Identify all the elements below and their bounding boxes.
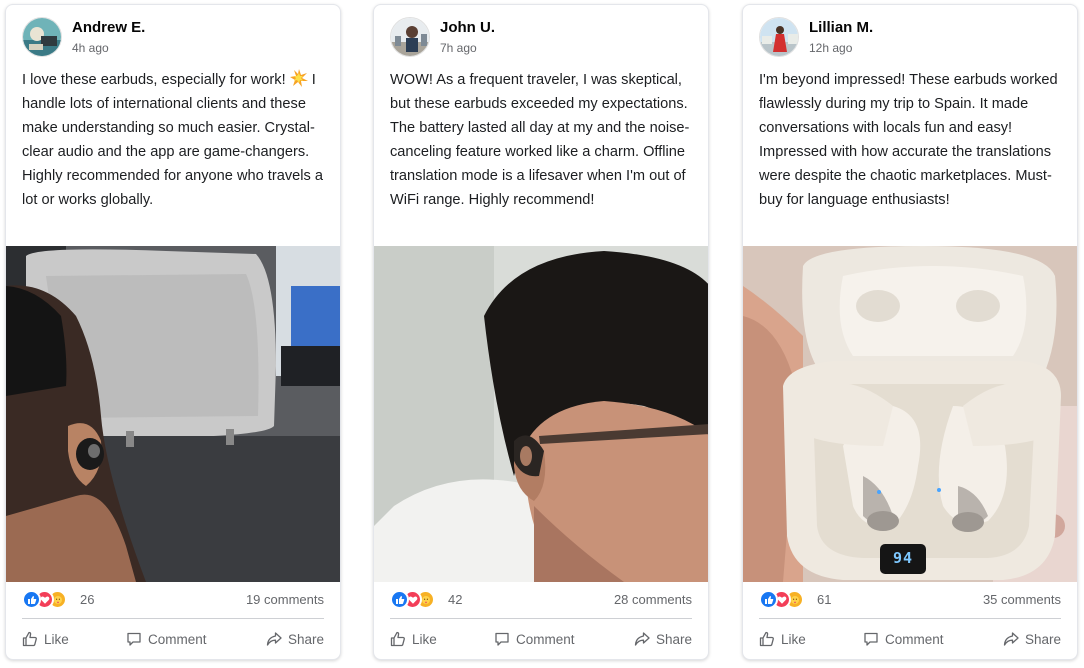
comment-label: Comment — [516, 631, 575, 647]
post-text-part: I love these earbuds, especially for wor… — [22, 72, 286, 88]
avatar[interactable] — [22, 17, 62, 57]
comment-icon — [864, 632, 878, 646]
thumbs-up-icon — [759, 631, 774, 647]
like-label: Like — [781, 631, 806, 647]
avatar[interactable] — [390, 17, 430, 57]
share-button[interactable]: Share — [266, 627, 324, 651]
share-label: Share — [287, 631, 324, 647]
share-icon — [266, 632, 282, 646]
comment-label: Comment — [148, 631, 207, 647]
comment-count[interactable]: 28 comments — [614, 592, 692, 607]
post-time[interactable]: 12h ago — [809, 41, 852, 55]
comment-button[interactable]: Comment — [494, 627, 575, 651]
post-photo[interactable] — [6, 246, 340, 582]
like-icon — [390, 590, 409, 609]
comment-label: Comment — [885, 631, 944, 647]
review-card: John U. 7h ago WOW! As a frequent travel… — [373, 4, 709, 660]
post-photo[interactable]: 94 — [743, 246, 1077, 582]
like-button[interactable]: Like — [759, 627, 806, 651]
share-label: Share — [655, 631, 692, 647]
divider — [22, 618, 324, 619]
post-time[interactable]: 4h ago — [72, 41, 109, 55]
comment-button[interactable]: Comment — [126, 627, 207, 651]
comment-count[interactable]: 35 comments — [983, 592, 1061, 607]
post-header: Andrew E. 4h ago — [22, 17, 322, 57]
like-icon — [759, 590, 778, 609]
author-name[interactable]: John U. — [440, 19, 495, 36]
case-battery-display: 94 — [892, 549, 914, 567]
reaction-count[interactable]: 42 — [448, 592, 462, 607]
share-label: Share — [1024, 631, 1061, 647]
like-label: Like — [44, 631, 69, 647]
post-stats: 26 19 comments — [22, 590, 324, 612]
comment-icon — [495, 632, 509, 646]
like-button[interactable]: Like — [390, 627, 437, 651]
divider — [759, 618, 1061, 619]
share-button[interactable]: Share — [634, 627, 692, 651]
comment-count[interactable]: 19 comments — [246, 592, 324, 607]
post-time[interactable]: 7h ago — [440, 41, 477, 55]
post-text: I love these earbuds, especially for wor… — [22, 68, 330, 212]
like-button[interactable]: Like — [22, 627, 69, 651]
post-text-part: I handle lots of international clients a… — [22, 72, 323, 208]
thumbs-up-icon — [390, 631, 405, 647]
share-button[interactable]: Share — [1003, 627, 1061, 651]
collision-icon — [289, 69, 308, 87]
like-label: Like — [412, 631, 437, 647]
post-header: Lillian M. 12h ago — [759, 17, 1059, 57]
reaction-count[interactable]: 61 — [817, 592, 831, 607]
post-stats: 42 28 comments — [390, 590, 692, 612]
review-card: Lillian M. 12h ago I'm beyond impressed!… — [742, 4, 1078, 660]
author-name[interactable]: Andrew E. — [72, 19, 145, 36]
divider — [390, 618, 692, 619]
post-photo[interactable] — [374, 246, 708, 582]
review-card: Andrew E. 4h ago I love these earbuds, e… — [5, 4, 341, 660]
author-name[interactable]: Lillian M. — [809, 19, 873, 36]
comment-button[interactable]: Comment — [863, 627, 944, 651]
post-header: John U. 7h ago — [390, 17, 690, 57]
share-icon — [634, 632, 650, 646]
post-text: WOW! As a frequent traveler, I was skept… — [390, 72, 690, 208]
avatar[interactable] — [759, 17, 799, 57]
thumbs-up-icon — [22, 631, 37, 647]
post-actions: Like Comment Share — [390, 627, 692, 651]
like-icon — [22, 590, 41, 609]
post-text: I'm beyond impressed! These earbuds work… — [759, 72, 1058, 208]
share-icon — [1003, 632, 1019, 646]
post-actions: Like Comment Share — [759, 627, 1061, 651]
comment-icon — [127, 632, 141, 646]
post-actions: Like Comment Share — [22, 627, 324, 651]
reaction-count[interactable]: 26 — [80, 592, 94, 607]
post-stats: 61 35 comments — [759, 590, 1061, 612]
